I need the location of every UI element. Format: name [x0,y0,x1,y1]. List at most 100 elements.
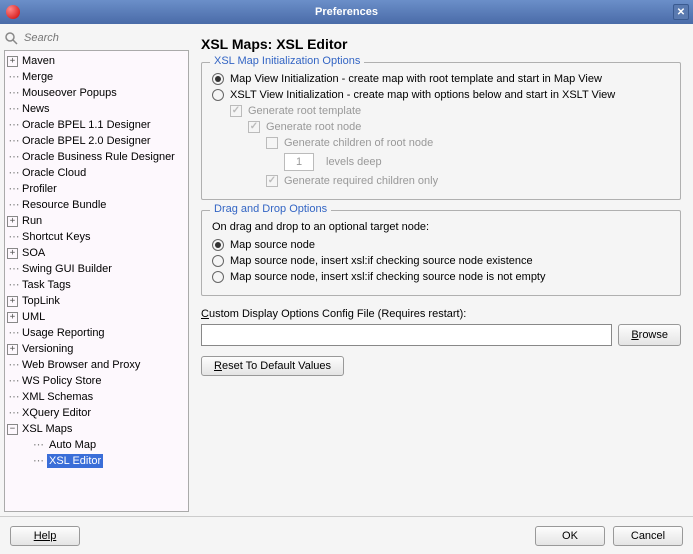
tree-leaf-icon: ⋯ [7,150,20,164]
tree-item[interactable]: ⋯Merge [5,69,189,85]
radio-icon [212,239,224,251]
tree-label: Task Tags [20,278,73,292]
tree-item[interactable]: ⋯Oracle Cloud [5,165,189,181]
tree-item[interactable]: +Run [5,213,189,229]
check-gen-root-template: Generate root template [212,103,670,119]
tree-leaf-icon: ⋯ [7,118,20,132]
expand-icon[interactable]: + [7,248,18,259]
tree-leaf-icon: ⋯ [7,262,20,276]
radio-icon [212,271,224,283]
tree-label: Versioning [20,342,75,356]
radio-label: Map source node, insert xsl:if checking … [230,255,533,267]
tree-item[interactable]: +UML [5,309,189,325]
tree-item[interactable]: +Versioning [5,341,189,357]
checkbox-icon [266,137,278,149]
radio-map-view[interactable]: Map View Initialization - create map wit… [212,71,670,87]
tree-label: Oracle Business Rule Designer [20,150,177,164]
tree-item[interactable]: ⋯Mouseover Popups [5,85,189,101]
radio-icon [212,255,224,267]
tree-container[interactable]: +Maven⋯Merge⋯Mouseover Popups⋯News⋯Oracl… [4,50,189,512]
tree-item[interactable]: ⋯XML Schemas [5,389,189,405]
tree-item[interactable]: ⋯News [5,101,189,117]
radio-xslif-exist[interactable]: Map source node, insert xsl:if checking … [212,253,670,269]
check-gen-children: Generate children of root node [212,135,670,151]
tree-item[interactable]: ⋯Oracle Business Rule Designer [5,149,189,165]
fieldset-init: XSL Map Initialization Options Map View … [201,62,681,200]
tree-label: Shortcut Keys [20,230,92,244]
tree-label: Swing GUI Builder [20,262,114,276]
tree-label: TopLink [20,294,62,308]
tree-leaf-icon: ⋯ [7,134,20,148]
expand-icon[interactable]: + [7,344,18,355]
close-icon[interactable]: ✕ [673,4,689,20]
tree-label: Usage Reporting [20,326,107,340]
radio-map-source[interactable]: Map source node [212,237,670,253]
expand-icon[interactable]: + [7,216,18,227]
help-button[interactable]: Help [10,526,80,546]
tree-leaf-icon: ⋯ [7,230,20,244]
radio-icon [212,89,224,101]
tree-label: Oracle Cloud [20,166,88,180]
tree-item[interactable]: +Maven [5,53,189,69]
radio-label: XSLT View Initialization - create map wi… [230,89,615,101]
tree-leaf-icon: ⋯ [7,86,20,100]
tree-item[interactable]: ⋯Profiler [5,181,189,197]
radio-xslt-view[interactable]: XSLT View Initialization - create map wi… [212,87,670,103]
levels-input [284,153,314,171]
ok-button[interactable]: OK [535,526,605,546]
tree-label: XQuery Editor [20,406,93,420]
tree-label: Run [20,214,44,228]
checkbox-icon [248,121,260,133]
tree-label: Maven [20,54,57,68]
tree-item[interactable]: XSL Editor [31,453,189,469]
tree-item[interactable]: ⋯Swing GUI Builder [5,261,189,277]
tree-leaf-icon: ⋯ [7,102,20,116]
tree-leaf-icon: ⋯ [7,278,20,292]
tree-item[interactable]: ⋯Usage Reporting [5,325,189,341]
radio-icon [212,73,224,85]
tree-item[interactable]: ⋯Task Tags [5,277,189,293]
reset-button[interactable]: Reset To Default Values [201,356,344,376]
expand-icon[interactable]: + [7,56,18,67]
legend-init: XSL Map Initialization Options [210,55,364,67]
expand-icon[interactable]: + [7,296,18,307]
tree-label: SOA [20,246,47,260]
tree-item[interactable]: −XSL Maps [5,421,189,437]
content: +Maven⋯Merge⋯Mouseover Popups⋯News⋯Oracl… [0,24,693,516]
tree-label: News [20,102,52,116]
tree-label: Web Browser and Proxy [20,358,142,372]
titlebar: Preferences ✕ [0,0,693,24]
tree-leaf-icon: ⋯ [7,70,20,84]
tree-item[interactable]: ⋯XQuery Editor [5,405,189,421]
tree-item[interactable]: ⋯WS Policy Store [5,373,189,389]
tree-leaf-icon: ⋯ [7,406,20,420]
custom-config-input[interactable] [201,324,612,346]
levels-label: levels deep [326,156,382,168]
main-panel: XSL Maps: XSL Editor XSL Map Initializat… [193,28,689,512]
tree-leaf-icon: ⋯ [7,198,20,212]
tree-label: WS Policy Store [20,374,103,388]
check-gen-root-node: Generate root node [212,119,670,135]
check-label: Generate root template [248,105,361,117]
radio-xslif-notempty[interactable]: Map source node, insert xsl:if checking … [212,269,670,285]
check-label: Generate required children only [284,175,438,187]
expand-icon[interactable]: + [7,312,18,323]
tree-item[interactable]: +TopLink [5,293,189,309]
tree-item[interactable]: ⋯Shortcut Keys [5,229,189,245]
tree-leaf-icon: ⋯ [7,182,20,196]
tree-item[interactable]: +SOA [5,245,189,261]
tree-leaf-icon: ⋯ [7,166,20,180]
tree-label: Oracle BPEL 1.1 Designer [20,118,153,132]
tree-item[interactable]: ⋯Web Browser and Proxy [5,357,189,373]
tree-item[interactable]: ⋯Oracle BPEL 2.0 Designer [5,133,189,149]
browse-button[interactable]: Browse [618,324,681,346]
tree-label: Resource Bundle [20,198,108,212]
cancel-button[interactable]: Cancel [613,526,683,546]
collapse-icon[interactable]: − [7,424,18,435]
tree-label: Mouseover Popups [20,86,119,100]
tree-item[interactable]: ⋯Resource Bundle [5,197,189,213]
search-input[interactable] [22,30,189,46]
tree-item[interactable]: Auto Map [31,437,189,453]
footer: Help OK Cancel [0,516,693,554]
tree-item[interactable]: ⋯Oracle BPEL 1.1 Designer [5,117,189,133]
